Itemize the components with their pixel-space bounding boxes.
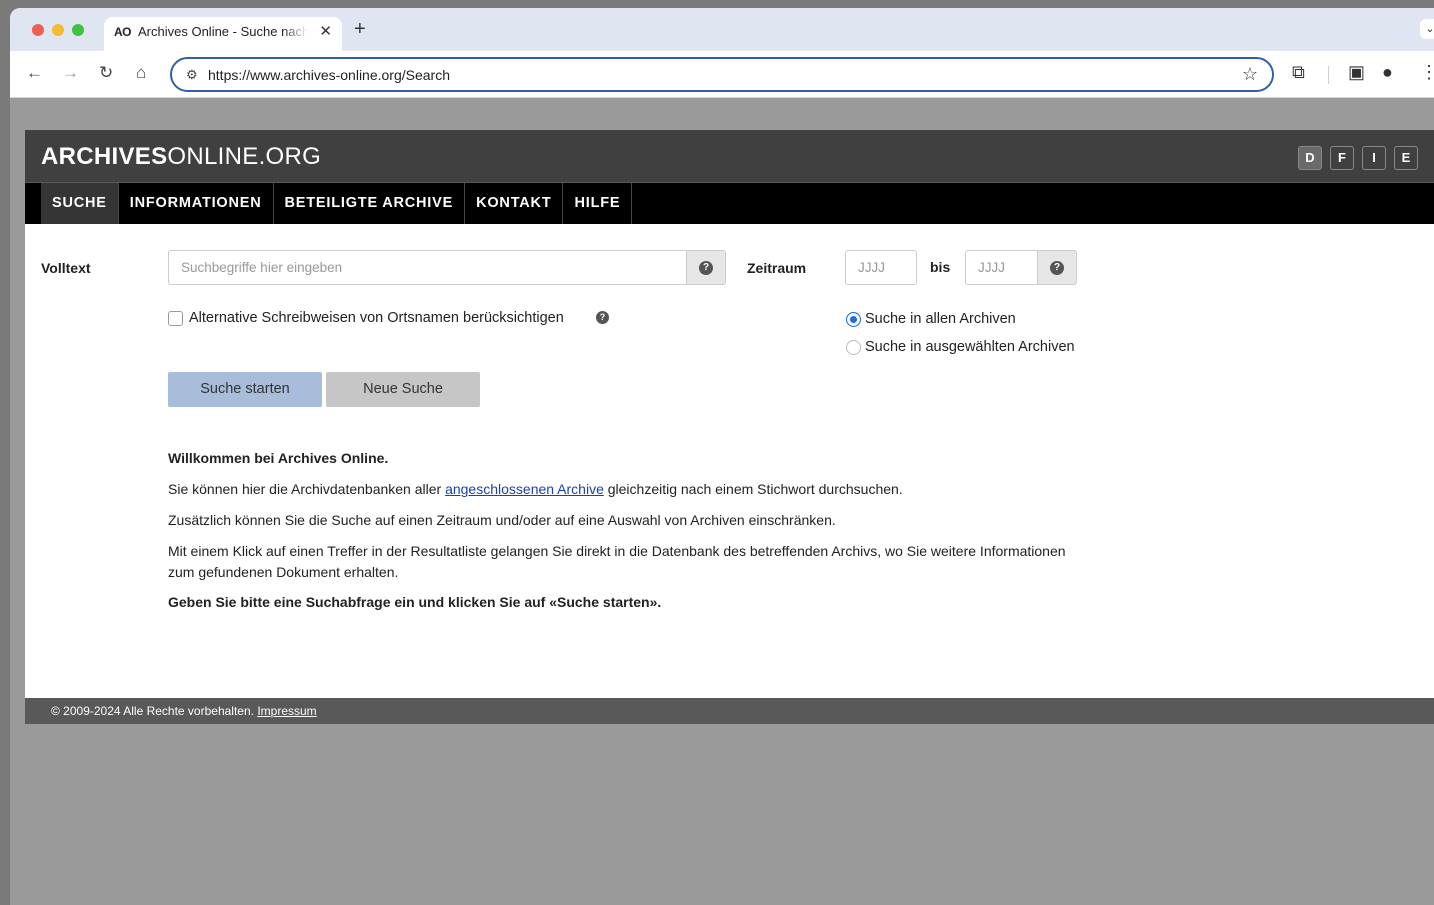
footer-text: © 2009-2024 Alle Rechte vorbehalten. Imp… <box>51 704 317 718</box>
copyright-text: © 2009-2024 Alle Rechte vorbehalten. <box>51 704 254 718</box>
bookmark-star-icon[interactable]: ☆ <box>1242 64 1258 85</box>
impressum-link[interactable]: Impressum <box>257 704 316 718</box>
nav-item-beteiligte-archive[interactable]: BETEILIGTE ARCHIVE <box>274 183 466 224</box>
fulltext-help-button[interactable]: ? <box>686 250 726 285</box>
nav-item-suche[interactable]: SUCHE <box>41 183 119 224</box>
back-arrow-icon[interactable]: ← <box>26 63 43 83</box>
period-label: Zeitraum <box>747 260 807 276</box>
new-search-button[interactable]: Neue Suche <box>326 372 480 407</box>
alt-spelling-label[interactable]: Alternative Schreibweisen von Ortsnamen … <box>189 310 564 326</box>
year-from-input[interactable]: JJJJ <box>845 250 917 285</box>
radio-selected-archives-label[interactable]: Suche in ausgewählten Archiven <box>865 339 1075 355</box>
lang-f-button[interactable]: F <box>1330 146 1354 170</box>
close-window-button[interactable] <box>32 24 44 36</box>
site-logo[interactable]: ARCHIVESONLINE.ORG <box>41 143 321 171</box>
profile-avatar-icon[interactable]: ● <box>1382 62 1393 83</box>
browser-tab[interactable]: AO Archives Online - Suche nach ✕ <box>104 17 342 51</box>
address-bar[interactable]: ⚙ https://www.archives-online.org/Search… <box>170 57 1274 92</box>
intro-paragraph: Sie können hier die Archivdatenbanken al… <box>168 481 903 497</box>
home-icon[interactable]: ⌂ <box>136 63 146 83</box>
forward-arrow-icon[interactable]: → <box>62 63 79 83</box>
fulltext-search-input[interactable]: Suchbegriffe hier eingeben <box>168 250 687 285</box>
question-icon: ? <box>1050 260 1064 275</box>
tab-bar: AO Archives Online - Suche nach ✕ + ⌄ <box>10 8 1434 51</box>
site-header: ARCHIVESONLINE.ORG D F I E <box>25 130 1434 182</box>
minimize-window-button[interactable] <box>52 24 64 36</box>
new-tab-button[interactable]: + <box>354 18 366 41</box>
start-search-button[interactable]: Suche starten <box>168 372 322 407</box>
browser-toolbar: ← → ↻ ⌂ ⚙ https://www.archives-online.or… <box>10 51 1434 98</box>
welcome-heading: Willkommen bei Archives Online. <box>168 450 389 466</box>
favicon-icon: AO <box>114 25 132 39</box>
reload-icon[interactable]: ↻ <box>99 63 113 83</box>
nav-item-hilfe[interactable]: HILFE <box>563 183 633 224</box>
main-nav: SUCHE INFORMATIONEN BETEILIGTE ARCHIVE K… <box>25 182 1434 224</box>
radio-all-archives[interactable] <box>846 312 861 327</box>
radio-selected-archives[interactable] <box>846 340 861 355</box>
menu-kebab-icon[interactable]: ⋮ <box>1420 62 1434 83</box>
website: ARCHIVESONLINE.ORG D F I E SUCHE INFORMA… <box>25 130 1434 724</box>
question-icon: ? <box>699 260 713 275</box>
lang-e-button[interactable]: E <box>1394 146 1418 170</box>
connected-archives-link[interactable]: angeschlossenen Archive <box>445 481 604 497</box>
radio-all-archives-label[interactable]: Suche in allen Archiven <box>865 311 1016 327</box>
browser-window: AO Archives Online - Suche nach ✕ + ⌄ ← … <box>10 8 1434 905</box>
tab-title: Archives Online - Suche nach <box>138 24 308 39</box>
extensions-icon[interactable]: ⧉ <box>1292 62 1305 83</box>
nav-item-informationen[interactable]: INFORMATIONEN <box>119 183 274 224</box>
period-help-button[interactable]: ? <box>1037 250 1077 285</box>
site-footer: © 2009-2024 Alle Rechte vorbehalten. Imp… <box>25 698 1434 724</box>
lang-i-button[interactable]: I <box>1362 146 1386 170</box>
instruction-paragraph: Geben Sie bitte eine Suchabfrage ein und… <box>168 594 662 610</box>
year-to-input[interactable]: JJJJ <box>965 250 1038 285</box>
fulltext-label: Volltext <box>41 260 91 276</box>
toolbar-divider <box>1328 66 1329 84</box>
alt-spelling-checkbox[interactable] <box>168 311 183 326</box>
side-panel-icon[interactable]: ▣ <box>1348 62 1365 83</box>
nav-item-kontakt[interactable]: KONTAKT <box>465 183 564 224</box>
zoom-window-button[interactable] <box>72 24 84 36</box>
lang-d-button[interactable]: D <box>1298 146 1322 170</box>
alt-spelling-help-icon[interactable]: ? <box>596 311 609 324</box>
restriction-paragraph: Zusätzlich können Sie die Suche auf eine… <box>168 512 836 528</box>
bis-label: bis <box>930 259 951 275</box>
close-tab-icon[interactable]: ✕ <box>319 22 332 40</box>
tab-search-chevron-icon[interactable]: ⌄ <box>1420 19 1434 39</box>
url-text[interactable]: https://www.archives-online.org/Search <box>208 67 450 83</box>
site-settings-icon[interactable]: ⚙ <box>186 67 198 83</box>
search-page: Volltext Suchbegriffe hier eingeben ? Ze… <box>25 224 1434 698</box>
result-list-paragraph: Mit einem Klick auf einen Treffer in der… <box>168 543 1066 580</box>
